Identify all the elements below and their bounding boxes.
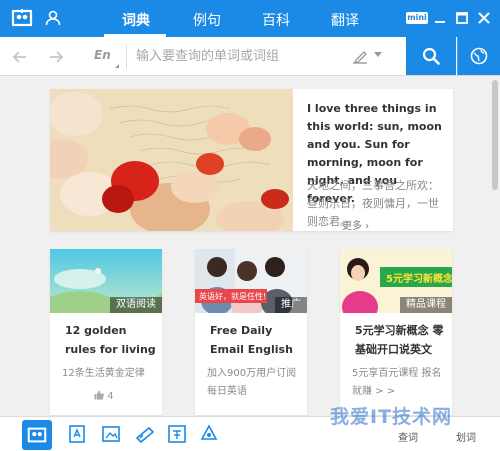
mini-mode-button[interactable]: mini	[406, 12, 428, 24]
search-input[interactable]	[136, 44, 336, 68]
promo-card[interactable]: 英语好，就是任性! 推广 Free Daily Email English 加入…	[195, 249, 307, 415]
scrollbar[interactable]	[492, 80, 498, 190]
card-title: 5元学习新概念 零基础开口说英文	[355, 324, 444, 356]
like-count-value: 4	[107, 391, 114, 402]
handwriting-icon[interactable]	[350, 47, 370, 67]
selection-translate-label[interactable]: 划词	[456, 429, 476, 444]
search-bar: En	[0, 37, 500, 76]
home-button[interactable]	[22, 420, 52, 450]
card-image-caption: 英语好，就是任性!	[199, 291, 266, 301]
card-subtitle: 12条生活黄金定律	[62, 368, 145, 379]
minimize-icon[interactable]	[430, 8, 450, 28]
language-selector[interactable]: En	[94, 48, 111, 62]
back-arrow-icon[interactable]	[10, 47, 30, 67]
recycle-icon[interactable]	[198, 423, 220, 445]
thumbs-up-icon	[94, 390, 104, 400]
globe-icon	[470, 47, 488, 65]
more-link[interactable]: 更多 ›	[342, 217, 369, 232]
app-logo-icon	[27, 427, 47, 443]
close-icon[interactable]	[474, 8, 494, 28]
image-translate-icon[interactable]	[100, 423, 122, 445]
card-subtitle: 加入900万用户订阅每日英语	[207, 368, 297, 397]
daily-sentence-card[interactable]: I love three things in this world: sun, …	[50, 89, 453, 232]
dictionary-book-icon[interactable]	[66, 423, 88, 445]
web-search-button[interactable]	[457, 37, 500, 75]
tab-encyclopedia[interactable]: 百科	[262, 10, 290, 30]
rose-petals-image	[50, 89, 293, 231]
lookup-toggle-label[interactable]: 查词	[398, 429, 418, 444]
card-tag: 推广	[275, 297, 307, 313]
tab-dictionary[interactable]: 词典	[122, 10, 150, 30]
translate-icon[interactable]	[166, 423, 188, 445]
user-icon[interactable]	[44, 9, 62, 27]
daily-sentence-chinese: 天地之间，三事吾之所欢：昼则乐日，夜则慵月，一世则恋君。	[307, 179, 439, 228]
card-tag: 双语阅读	[110, 297, 162, 313]
card-image: 双语阅读	[50, 249, 162, 313]
wordbook-icon[interactable]	[134, 423, 156, 445]
course-card[interactable]: 5元学习新概念 精品课程 5元学习新概念 零基础开口说英文 5元享百元课程 报名…	[340, 249, 452, 415]
article-card[interactable]: 双语阅读 12 golden rules for living 12条生活黄金定…	[50, 249, 162, 415]
tab-translate[interactable]: 翻译	[331, 10, 359, 30]
maximize-icon[interactable]	[452, 8, 472, 28]
like-count[interactable]: 4	[94, 390, 114, 402]
card-title: 12 golden rules for living	[65, 324, 156, 356]
card-image-caption: 5元学习新概念	[386, 272, 452, 285]
card-image: 5元学习新概念 精品课程	[340, 249, 452, 313]
card-image: 英语好，就是任性! 推广	[195, 249, 307, 313]
title-bar: 词典 例句 百科 翻译 mini	[0, 0, 500, 37]
search-divider	[126, 45, 127, 69]
tab-example-sentences[interactable]: 例句	[193, 10, 221, 30]
app-logo-icon[interactable]	[10, 6, 34, 30]
search-icon	[422, 47, 440, 65]
watermark: 我爱IT技术网	[330, 406, 453, 428]
handwriting-dropdown-caret[interactable]	[374, 52, 382, 57]
card-title: Free Daily Email English	[210, 324, 293, 356]
forward-arrow-icon[interactable]	[46, 47, 66, 67]
search-button[interactable]	[406, 37, 456, 75]
card-tag: 精品课程	[400, 297, 452, 313]
card-subtitle: 5元享百元课程 报名就赚 > >	[352, 368, 442, 397]
language-dropdown-indicator	[115, 64, 119, 68]
